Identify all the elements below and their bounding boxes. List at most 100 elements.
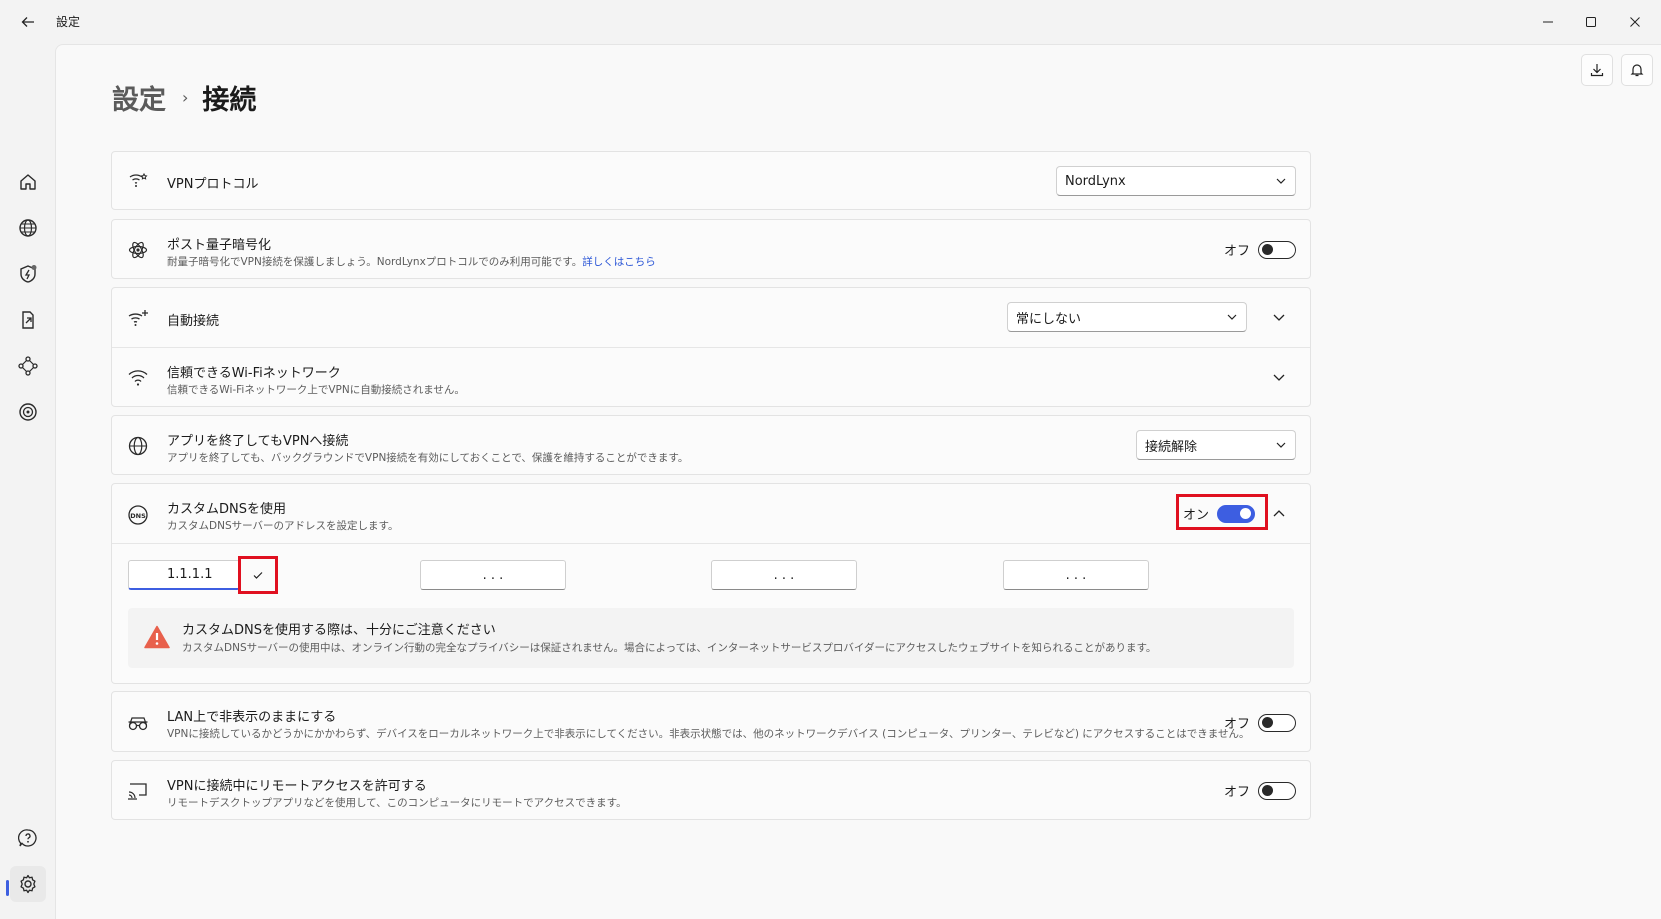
divider	[112, 347, 1310, 348]
remote-access-toggle-group: オフ	[1224, 781, 1297, 800]
post-quantum-subtitle: 耐量子暗号化でVPN接続を保護しましょう。NordLynxプロトコルでのみ利用可…	[167, 256, 656, 268]
dns-field-3[interactable]: . . .	[711, 560, 857, 590]
lan-invisible-state: オフ	[1224, 717, 1251, 732]
highlight-dns-toggle	[1176, 494, 1268, 530]
lan-invisible-toggle-group: オフ	[1224, 713, 1297, 732]
lan-invisible-card: LAN上で非表示のままにする VPNに接続しているかどうかにかかわらず、デバイス…	[111, 691, 1311, 752]
learn-more-link[interactable]: 詳しくはこちら	[582, 256, 656, 268]
rail-file-share[interactable]	[10, 302, 46, 338]
close-button[interactable]	[1615, 6, 1655, 38]
auto-connect-dropdown[interactable]: 常にしない	[1007, 302, 1247, 332]
auto-connect-card: 自動接続 常にしない 信頼できるWi-Fiネットワーク 信頼できるWi-Fiネッ…	[111, 287, 1311, 407]
svg-text:DNS: DNS	[130, 512, 146, 520]
window-title: 設定	[56, 15, 81, 29]
vpn-protocol-title: VPNプロトコル	[167, 177, 259, 192]
rail-meshnet[interactable]	[10, 348, 46, 384]
rail-help[interactable]	[10, 820, 46, 856]
file-share-icon	[22, 311, 34, 329]
remote-access-title: VPNに接続中にリモートアクセスを許可する	[167, 779, 427, 794]
notifications-button[interactable]	[1621, 54, 1653, 86]
rail-active-indicator	[6, 880, 9, 896]
trusted-wifi-title: 信頼できるWi-Fiネットワーク	[167, 366, 341, 381]
gear-icon	[20, 874, 36, 894]
trusted-wifi-subtitle: 信頼できるWi-Fiネットワーク上でVPNに自動接続されません。	[167, 384, 465, 396]
rail-globe[interactable]	[10, 210, 46, 246]
lan-invisible-title: LAN上で非表示のままにする	[167, 710, 337, 725]
globe-icon	[126, 434, 150, 458]
post-quantum-toggle-group: オフ	[1224, 240, 1297, 259]
remote-access-subtitle: リモートデスクトップアプリなどを使用して、このコンピュータにリモートでアクセスで…	[167, 797, 627, 809]
home-icon	[20, 174, 36, 190]
nav-rail	[0, 44, 55, 919]
breadcrumb-parent[interactable]: 設定	[112, 78, 166, 117]
rail-dark-web-monitor[interactable]	[10, 394, 46, 430]
post-quantum-toggle[interactable]	[1258, 240, 1297, 259]
remote-access-card: VPNに接続中にリモートアクセスを許可する リモートデスクトップアプリなどを使用…	[111, 760, 1311, 820]
lan-invisible-subtitle: VPNに接続しているかどうかにかかわらず、デバイスをローカルネットワーク上で非表…	[167, 728, 1250, 740]
maximize-icon	[1586, 17, 1596, 27]
chevron-down-icon	[1276, 178, 1286, 184]
page-title: 接続	[202, 85, 257, 116]
bell-icon	[1630, 64, 1644, 77]
post-quantum-card: ポスト量子暗号化 耐量子暗号化でVPN接続を保護しましょう。NordLynxプロ…	[111, 219, 1311, 279]
wifi-sparkle-icon	[126, 306, 150, 330]
help-icon	[18, 829, 37, 847]
highlight-dns-confirm	[238, 556, 278, 594]
auto-connect-expand[interactable]	[1269, 307, 1289, 327]
remote-access-toggle[interactable]	[1258, 781, 1297, 800]
chevron-right-icon: ›	[182, 88, 189, 107]
minimize-button[interactable]	[1528, 6, 1568, 38]
chevron-down-icon	[1227, 314, 1237, 320]
download-button[interactable]	[1581, 54, 1613, 86]
globe-icon	[19, 219, 37, 237]
dns-field-2[interactable]: . . .	[420, 560, 566, 590]
vpn-protocol-card: VPNプロトコル NordLynx	[111, 151, 1311, 210]
custom-dns-collapse[interactable]	[1269, 504, 1289, 524]
arrow-left-icon	[21, 17, 34, 27]
rail-threat-protection[interactable]	[10, 256, 46, 292]
target-icon	[19, 403, 37, 421]
custom-dns-title: カスタムDNSを使用	[167, 502, 286, 517]
vpn-protocol-value: NordLynx	[1065, 173, 1126, 189]
chevron-down-icon	[1273, 374, 1285, 381]
breadcrumb: 設定 › 接続	[112, 78, 256, 117]
close-icon	[1630, 17, 1640, 27]
meshnet-icon	[18, 356, 38, 376]
post-quantum-title: ポスト量子暗号化	[167, 238, 272, 253]
chevron-down-icon	[1273, 314, 1285, 321]
chevron-up-icon	[1273, 510, 1285, 517]
trusted-wifi-expand[interactable]	[1269, 367, 1289, 387]
dns-field-1[interactable]: 1.1.1.1	[128, 560, 240, 590]
lan-invisible-toggle[interactable]	[1258, 713, 1297, 732]
custom-dns-subtitle: カスタムDNSサーバーのアドレスを設定します。	[167, 520, 399, 532]
dns-warning-box: カスタムDNSを使用する際は、十分にご注意ください カスタムDNSサーバーの使用…	[128, 608, 1294, 668]
warning-icon	[144, 625, 170, 653]
stay-connected-card: アプリを終了してもVPNへ接続 アプリを終了しても、バックグラウンドでVPN接続…	[111, 415, 1311, 475]
dns-warning-title: カスタムDNSを使用する際は、十分にご注意ください	[182, 623, 496, 638]
divider	[112, 543, 1310, 544]
remote-screen-icon	[126, 779, 150, 803]
maximize-button[interactable]	[1571, 6, 1611, 38]
auto-connect-title: 自動接続	[167, 314, 220, 329]
rail-settings[interactable]	[10, 866, 46, 902]
vpn-protocol-dropdown[interactable]: NordLynx	[1056, 166, 1296, 196]
post-quantum-state: オフ	[1224, 244, 1251, 259]
back-button[interactable]	[12, 8, 44, 36]
glasses-icon	[126, 711, 150, 735]
title-bar: 設定	[0, 0, 1661, 44]
minimize-icon	[1543, 21, 1553, 23]
stay-connected-subtitle: アプリを終了しても、バックグラウンドでVPN接続を有効にしておくことで、保護を維…	[167, 452, 689, 464]
atom-icon	[126, 238, 150, 262]
auto-connect-value: 常にしない	[1016, 311, 1082, 327]
stay-connected-title: アプリを終了してもVPNへ接続	[167, 434, 349, 449]
stay-connected-value: 接続解除	[1145, 439, 1198, 455]
dns-warning-body: カスタムDNSサーバーの使用中は、オンライン行動の完全なプライバシーは保証されま…	[182, 642, 1157, 654]
protocol-icon	[126, 168, 150, 192]
dns-icon: DNS	[126, 503, 150, 527]
chevron-down-icon	[1276, 442, 1286, 448]
dns-field-4[interactable]: . . .	[1003, 560, 1149, 590]
rail-home[interactable]	[10, 164, 46, 200]
wifi-icon	[126, 365, 150, 389]
stay-connected-dropdown[interactable]: 接続解除	[1136, 430, 1296, 460]
remote-access-state: オフ	[1224, 785, 1251, 800]
